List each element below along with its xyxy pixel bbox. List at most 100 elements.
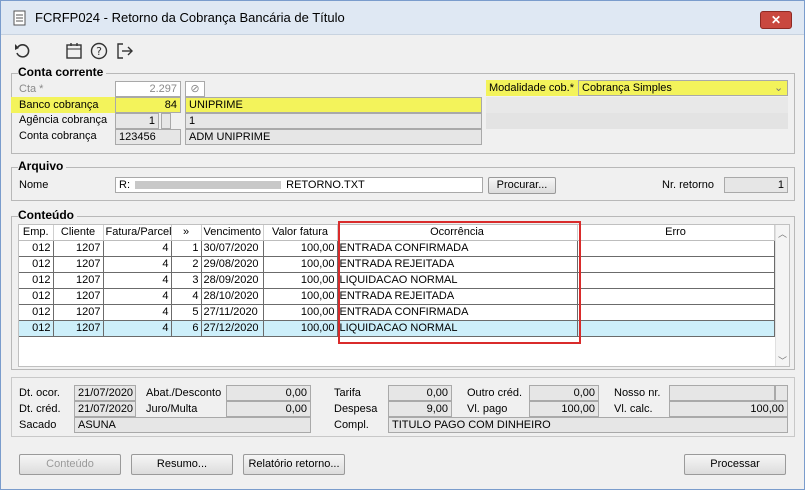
nosso-nr-label: Nosso nr. bbox=[614, 387, 661, 399]
sacado-label: Sacado bbox=[19, 419, 57, 431]
vl-pago-field: 100,00 bbox=[529, 401, 599, 417]
cell-emp: 012 bbox=[19, 320, 54, 337]
cell-vencimento: 27/12/2020 bbox=[201, 320, 264, 337]
col-emp[interactable]: Emp. bbox=[19, 225, 54, 241]
resumo-button[interactable]: Resumo... bbox=[131, 454, 233, 475]
cell-valor: 100,00 bbox=[263, 272, 338, 289]
agencia-digit-field[interactable] bbox=[161, 113, 171, 129]
cell-cliente: 1207 bbox=[53, 320, 104, 337]
cell-fatura: 4 bbox=[103, 304, 172, 321]
cell-emp: 012 bbox=[19, 256, 54, 273]
outro-cred-label: Outro créd. bbox=[467, 387, 523, 399]
nr-retorno-field: 1 bbox=[724, 177, 788, 193]
cell-cliente: 1207 bbox=[53, 240, 104, 257]
arquivo-title: Arquivo bbox=[18, 159, 67, 173]
cell-parcela: 3 bbox=[171, 272, 202, 289]
nome-value: RETORNO.TXT bbox=[286, 179, 365, 191]
cell-fatura: 4 bbox=[103, 272, 172, 289]
vl-calc-label: Vl. calc. bbox=[614, 403, 653, 415]
nr-retorno-label: Nr. retorno bbox=[662, 179, 714, 191]
cell-cliente: 1207 bbox=[53, 288, 104, 305]
conta-code-field[interactable]: 123456 bbox=[115, 129, 181, 145]
cell-erro bbox=[577, 272, 775, 289]
banco-name-field: UNIPRIME bbox=[185, 97, 482, 113]
conta-label: Conta cobrança bbox=[19, 130, 97, 142]
compl-field: TITULO PAGO COM DINHEIRO bbox=[388, 417, 788, 433]
outro-cred-field: 0,00 bbox=[529, 385, 599, 401]
cell-erro bbox=[577, 304, 775, 321]
cell-fatura: 4 bbox=[103, 288, 172, 305]
cell-valor: 100,00 bbox=[263, 320, 338, 337]
cell-vencimento: 28/09/2020 bbox=[201, 272, 264, 289]
nome-field[interactable]: R: RETORNO.TXT bbox=[115, 177, 483, 193]
undo-icon[interactable] bbox=[13, 41, 33, 61]
cell-erro bbox=[577, 240, 775, 257]
dt-ocor-label: Dt. ocor. bbox=[19, 387, 60, 399]
sacado-field: ASUNA bbox=[74, 417, 311, 433]
close-button[interactable]: ✕ bbox=[760, 11, 792, 29]
nome-prefix: R: bbox=[119, 179, 130, 191]
modalidade-extra-1 bbox=[486, 97, 788, 113]
abat-label: Abat./Desconto bbox=[146, 387, 222, 399]
tarifa-label: Tarifa bbox=[334, 387, 361, 399]
nome-redacted bbox=[135, 181, 282, 190]
cell-parcela: 5 bbox=[171, 304, 202, 321]
cell-erro bbox=[577, 256, 775, 273]
chevron-down-icon[interactable]: ⌄ bbox=[774, 81, 783, 94]
scroll-up-icon[interactable]: ︿ bbox=[778, 227, 787, 240]
despesa-field: 9,00 bbox=[388, 401, 452, 417]
calendar-icon[interactable] bbox=[64, 41, 84, 61]
conta-name-field: ADM UNIPRIME bbox=[185, 129, 482, 145]
cell-valor: 100,00 bbox=[263, 256, 338, 273]
processar-button[interactable]: Processar bbox=[684, 454, 786, 475]
col-vencimento[interactable]: Vencimento bbox=[201, 225, 264, 241]
cell-cliente: 1207 bbox=[53, 256, 104, 273]
modalidade-label: Modalidade cob.* bbox=[489, 82, 575, 94]
help-icon[interactable]: ? bbox=[89, 41, 109, 61]
agencia-label: Agência cobrança bbox=[19, 114, 108, 126]
dt-ocor-field: 21/07/2020 bbox=[74, 385, 136, 401]
tarifa-field: 0,00 bbox=[388, 385, 452, 401]
modalidade-extra-2 bbox=[486, 113, 788, 129]
compl-label: Compl. bbox=[334, 419, 369, 431]
window-title: FCRFP024 - Retorno da Cobrança Bancária … bbox=[35, 10, 345, 25]
cell-parcela: 4 bbox=[171, 288, 202, 305]
agencia-code-field[interactable]: 1 bbox=[115, 113, 159, 129]
col-erro[interactable]: Erro bbox=[577, 225, 775, 241]
col-valor[interactable]: Valor fatura bbox=[263, 225, 338, 241]
ocorrencia-highlight-box bbox=[338, 221, 581, 344]
col-cliente[interactable]: Cliente bbox=[53, 225, 104, 241]
svg-text:?: ? bbox=[96, 45, 102, 58]
despesa-label: Despesa bbox=[334, 403, 378, 415]
relatorio-retorno-button[interactable]: Relatório retorno... bbox=[243, 454, 345, 475]
scroll-down-icon[interactable]: ﹀ bbox=[778, 354, 787, 367]
agencia-name-field: 1 bbox=[185, 113, 482, 129]
nome-label: Nome bbox=[19, 179, 49, 191]
col-parcela[interactable]: » bbox=[171, 225, 202, 241]
cell-vencimento: 30/07/2020 bbox=[201, 240, 264, 257]
banco-code-field[interactable]: 84 bbox=[115, 97, 181, 113]
col-fatura[interactable]: Fatura/Parcela bbox=[103, 225, 172, 241]
cta-field[interactable]: 2.297 bbox=[115, 81, 181, 97]
main-window: FCRFP024 - Retorno da Cobrança Bancária … bbox=[0, 0, 805, 490]
cell-valor: 100,00 bbox=[263, 240, 338, 257]
cell-cliente: 1207 bbox=[53, 304, 104, 321]
vertical-scrollbar[interactable] bbox=[775, 225, 789, 366]
modalidade-select[interactable]: Cobrança Simples bbox=[578, 80, 788, 96]
procurar-button[interactable]: Procurar... bbox=[488, 177, 556, 194]
cell-cliente: 1207 bbox=[53, 272, 104, 289]
cell-emp: 012 bbox=[19, 288, 54, 305]
cell-emp: 012 bbox=[19, 240, 54, 257]
conta-corrente-title: Conta corrente bbox=[18, 65, 107, 79]
dt-cred-label: Dt. créd. bbox=[19, 403, 61, 415]
nosso-nr-field bbox=[669, 385, 775, 401]
cell-fatura: 4 bbox=[103, 240, 172, 257]
cell-fatura: 4 bbox=[103, 320, 172, 337]
title-bar: FCRFP024 - Retorno da Cobrança Bancária … bbox=[1, 1, 804, 35]
app-document-icon bbox=[13, 10, 26, 26]
nosso-nr-extra bbox=[775, 385, 788, 401]
exit-icon[interactable] bbox=[114, 41, 134, 61]
cta-lookup-button[interactable]: ⊘ bbox=[185, 81, 205, 97]
cell-valor: 100,00 bbox=[263, 288, 338, 305]
conteudo-button[interactable]: Conteúdo bbox=[19, 454, 121, 475]
